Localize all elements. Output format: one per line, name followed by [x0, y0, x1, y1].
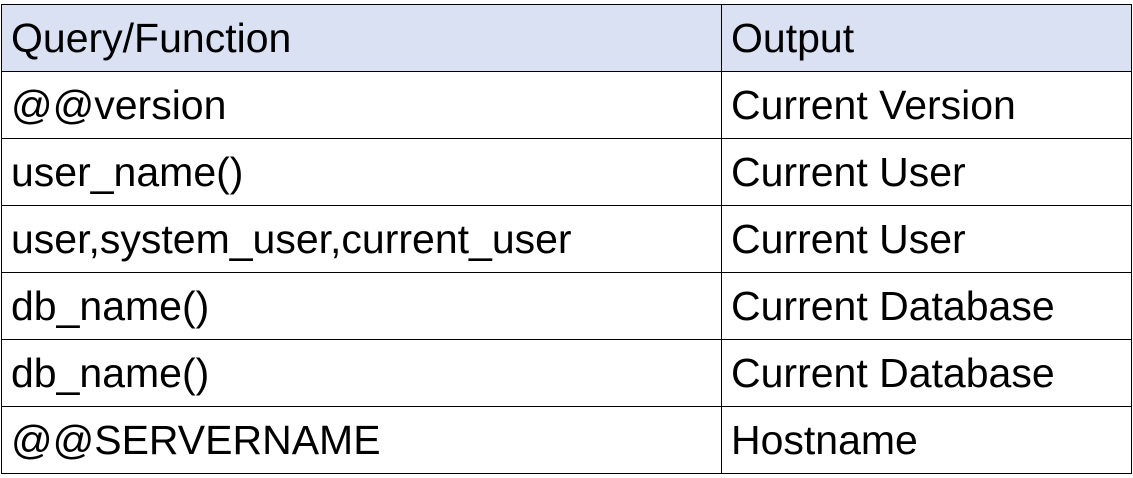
column-header-output: Output [721, 4, 1132, 72]
table-row: user,system_user,current_user Current Us… [1, 205, 1132, 273]
output-cell: Hostname [721, 406, 1132, 474]
table-body: @@version Current Version user_name() Cu… [1, 71, 1132, 474]
output-cell: Current Database [721, 272, 1132, 340]
output-cell: Current User [721, 205, 1132, 273]
query-function-table: Query/Function Output @@version Current … [1, 4, 1132, 474]
query-cell: db_name() [1, 272, 722, 340]
table-row: db_name() Current Database [1, 339, 1132, 407]
output-cell: Current User [721, 138, 1132, 206]
query-cell: db_name() [1, 339, 722, 407]
header-row: Query/Function Output [1, 4, 1132, 72]
column-header-query-function: Query/Function [1, 4, 722, 72]
table-row: db_name() Current Database [1, 272, 1132, 340]
table-row: user_name() Current User [1, 138, 1132, 206]
query-cell: user,system_user,current_user [1, 205, 722, 273]
query-cell: @@version [1, 71, 722, 139]
output-cell: Current Database [721, 339, 1132, 407]
table-row: @@version Current Version [1, 71, 1132, 139]
query-cell: user_name() [1, 138, 722, 206]
table-header: Query/Function Output [1, 4, 1132, 72]
query-cell: @@SERVERNAME [1, 406, 722, 474]
output-cell: Current Version [721, 71, 1132, 139]
table-row: @@SERVERNAME Hostname [1, 406, 1132, 474]
